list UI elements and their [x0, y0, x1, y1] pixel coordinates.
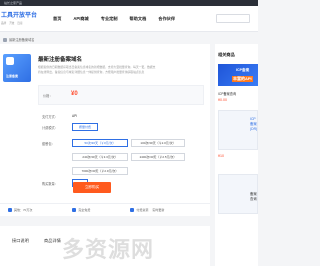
- logo-sub-3: 连接: [17, 21, 23, 25]
- package-option-3[interactable]: 240次/30天（￥3.3元/次）: [72, 153, 128, 161]
- related-sidebar: 相关商品 ICP备案 丰富的API ICP备案查询 ¥0.00 ICP备案 (D…: [215, 44, 258, 266]
- sidebar-item-2-image[interactable]: ICP备案 (DR): [218, 110, 258, 150]
- sidebar-title: 相关商品: [218, 52, 235, 57]
- logo-sub-2: 开放: [9, 21, 15, 25]
- product-image-caption: 注册备案: [6, 74, 19, 78]
- package-option-2[interactable]: 100次/30天（￥2.0元/次）: [131, 139, 185, 147]
- top-bar-text: 站长之家产品: [4, 1, 23, 5]
- buy-button[interactable]: 立即购买: [73, 182, 111, 193]
- search-input[interactable]: [216, 14, 250, 23]
- logo[interactable]: 工具开放平台 品牌 开放 连接: [1, 13, 41, 25]
- info-item-4: 付费资源: [130, 208, 148, 212]
- price-value: ¥0: [71, 91, 78, 97]
- watermark: 多资源网: [62, 238, 155, 263]
- nav-home[interactable]: 首页: [53, 16, 61, 22]
- logo-sub-1: 品牌: [1, 21, 7, 25]
- paid-icon: [130, 208, 135, 212]
- logo-title: 工具开放平台: [1, 12, 38, 19]
- price-box: 价格： ¥0: [38, 85, 204, 105]
- nav-partners[interactable]: 合作伙伴: [158, 16, 175, 22]
- product-description: 根据提供的日期数据获取当日备案信息域名的新增数据，支持大型批量查询，每天一更，数…: [38, 65, 156, 74]
- tab-product-detail[interactable]: 商品详情: [44, 238, 61, 244]
- header: 工具开放平台 品牌 开放 连接 首页 API商城 专业定制 帮助文档 合作伙伴: [0, 6, 258, 32]
- sidebar-item-2-price: ¥10: [218, 154, 224, 158]
- logo-subtitle: 品牌 开放 连接: [1, 21, 37, 25]
- pay-mode-label: 计费模式：: [42, 126, 58, 130]
- quantity-label: 购买数量：: [42, 182, 58, 186]
- breadcrumb: 最新注册备案域名: [3, 37, 35, 42]
- product-icon: [6, 57, 14, 65]
- breadcrumb-current: 最新注册备案域名: [9, 38, 35, 42]
- sidebar-item-1-price: ¥0.00: [218, 98, 227, 102]
- api-value: API: [72, 114, 78, 118]
- pay-mode-option[interactable]: 按量付费: [72, 123, 98, 131]
- sidebar-item-1-title[interactable]: ICP备案查询: [218, 91, 236, 96]
- info-icon: [8, 208, 12, 212]
- api-label: 支付方式：: [42, 115, 58, 119]
- info-text-4: 付费资源: [136, 208, 149, 212]
- info-text-3: 完全免费: [78, 208, 91, 212]
- info-bar: 其他：70万次 完全免费 付费资源 实时更新: [0, 203, 210, 216]
- price-label: 价格：: [43, 94, 53, 98]
- package-option-5[interactable]: 7000次/30天（￥2.9元/次）: [72, 167, 128, 175]
- free-icon: [72, 208, 77, 212]
- package-label: 套餐包：: [42, 142, 55, 146]
- info-item-5: 实时更新: [152, 208, 164, 212]
- sidebar-item-3-label: 备案查询: [250, 192, 257, 201]
- main-nav: 首页 API商城 专业定制 帮助文档 合作伙伴: [53, 16, 175, 22]
- info-text-5: 实时更新: [152, 208, 165, 212]
- home-icon[interactable]: [3, 37, 7, 42]
- package-option-1[interactable]: 50次/30天（￥0元/次）: [72, 139, 128, 147]
- package-option-4[interactable]: 2400次/30天（￥2.5元/次）: [131, 153, 185, 161]
- info-item-1: 其他：70万次: [8, 208, 32, 212]
- banner-line-2: 丰富的API: [232, 76, 253, 82]
- sidebar-banner[interactable]: ICP备案 丰富的API: [218, 64, 258, 86]
- tab-api-doc[interactable]: 接口说明: [12, 238, 29, 244]
- sidebar-item-2-label: ICP备案 (DR): [250, 117, 258, 131]
- top-bar-right: [254, 0, 258, 6]
- info-text-1: 其他：70万次: [14, 208, 33, 212]
- banner-line-1: ICP备案: [236, 68, 250, 72]
- info-item-3: 完全免费: [72, 208, 90, 212]
- nav-docs[interactable]: 帮助文档: [130, 16, 147, 22]
- sidebar-item-3-image[interactable]: 备案查询: [218, 174, 258, 214]
- product-title: 最新注册备案域名: [38, 57, 83, 63]
- product-image: 注册备案: [3, 54, 31, 82]
- nav-custom[interactable]: 专业定制: [101, 16, 118, 22]
- nav-api-mall[interactable]: API商城: [73, 16, 88, 22]
